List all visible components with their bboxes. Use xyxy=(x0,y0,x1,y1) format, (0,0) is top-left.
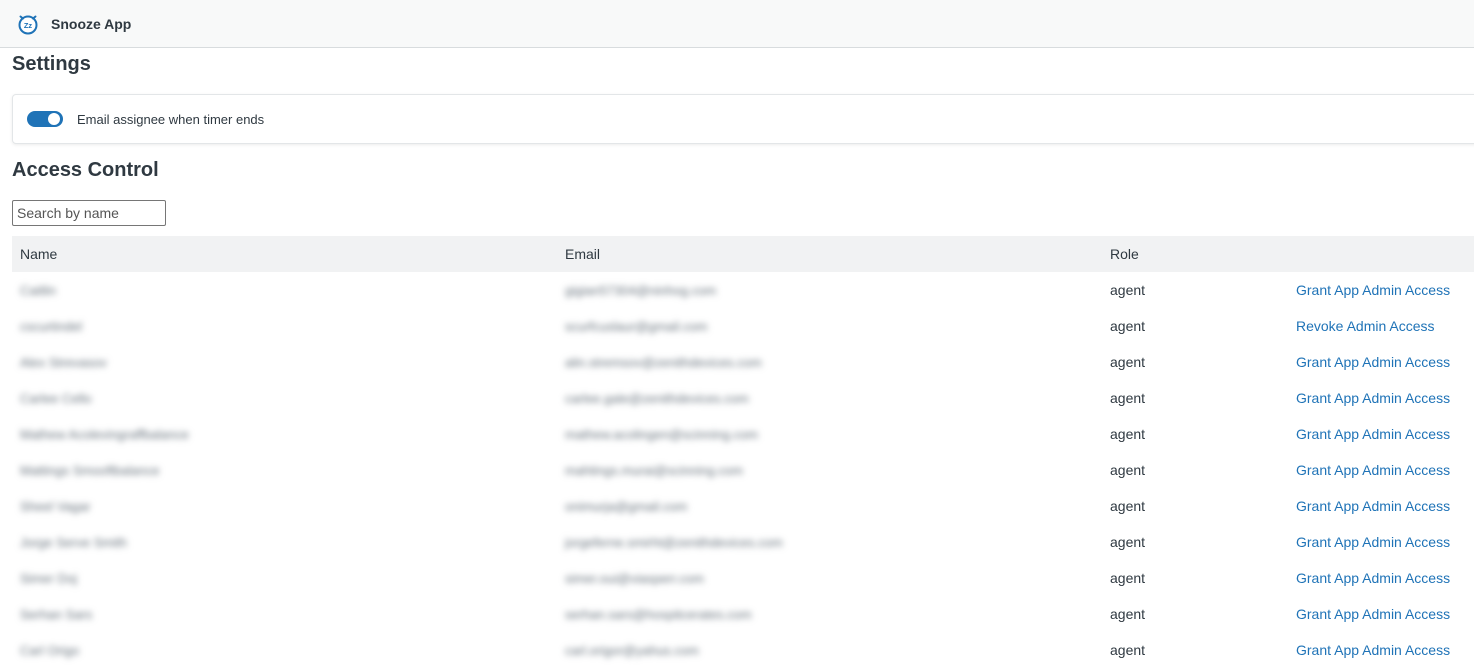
table-row: Carlee Cello carlee.gale@zenithdevices.co… xyxy=(12,380,1474,416)
user-name: Mathew Acolevingraffbalance xyxy=(20,426,189,442)
user-role: agent xyxy=(1110,426,1146,442)
action-cell: Grant App Admin Access xyxy=(1288,606,1474,622)
toggle-knob xyxy=(48,113,60,125)
user-email: scurfcuslaur@gmail.com xyxy=(565,318,708,334)
user-email: mathew.acolingen@scinning.com xyxy=(565,426,759,442)
user-email: serhan.sars@hospitcerates.com xyxy=(565,606,752,622)
grant-app-admin-access-link[interactable]: Grant App Admin Access xyxy=(1296,354,1450,370)
user-email: mahtings.murai@scinning.com xyxy=(565,462,743,478)
column-header-name: Name xyxy=(20,246,58,262)
action-cell: Grant App Admin Access xyxy=(1288,390,1474,406)
table-row: Sheel Vagar onimurja@gmail.com agent Grant … xyxy=(12,488,1474,524)
user-role: agent xyxy=(1110,642,1146,658)
email-setting-card: Email assignee when timer ends xyxy=(12,94,1474,144)
user-email: gigian57304@ninhog.com xyxy=(565,282,717,298)
table-row: Simer Doj simer.oui@viasperr.com agent Gran… xyxy=(12,560,1474,596)
user-email: carl.origor@yahus.com xyxy=(565,642,699,658)
action-cell: Revoke Admin Access xyxy=(1288,318,1474,334)
user-email: carlee.gale@zenithdevices.com xyxy=(565,390,749,406)
table-row: Mathew Acolevingraffbalance mathew.acolin… xyxy=(12,416,1474,452)
app-title: Snooze App xyxy=(51,15,132,32)
action-cell: Grant App Admin Access xyxy=(1288,570,1474,586)
column-header-email: Email xyxy=(565,246,601,262)
users-table: Name Email Role Caitlin gigian57304@ninho… xyxy=(12,236,1474,668)
user-role: agent xyxy=(1110,534,1146,550)
table-header: Name Email Role xyxy=(12,236,1474,272)
table-row: Serhan Sars serhan.sars@hospitcerates.com… xyxy=(12,596,1474,632)
user-name: cscurtindel xyxy=(20,318,83,334)
table-row: Caitlin gigian57304@ninhog.com agent Grant … xyxy=(12,272,1474,308)
user-email: simer.oui@viasperr.com xyxy=(565,570,704,586)
action-cell: Grant App Admin Access xyxy=(1288,534,1474,550)
grant-app-admin-access-link[interactable]: Grant App Admin Access xyxy=(1296,498,1450,514)
user-email: alin.stremsov@zenithdevices.com xyxy=(565,354,762,370)
user-name: Carl Origo xyxy=(20,642,80,658)
action-cell: Grant App Admin Access xyxy=(1288,426,1474,442)
user-role: agent xyxy=(1110,462,1146,478)
app-header: Zz Snooze App xyxy=(0,0,1474,48)
user-name: Simer Doj xyxy=(20,570,78,586)
email-assignee-toggle[interactable] xyxy=(27,111,63,127)
user-name: Serhan Sars xyxy=(20,606,93,622)
user-name: Sheel Vagar xyxy=(20,498,91,514)
user-email: jorgeferne.smirht@zenithdevices.com xyxy=(565,534,783,550)
table-row: Alex Strevasov alin.stremsov@zenithdevice… xyxy=(12,344,1474,380)
grant-app-admin-access-link[interactable]: Grant App Admin Access xyxy=(1296,282,1450,298)
logo-text: Zz xyxy=(24,21,33,30)
grant-app-admin-access-link[interactable]: Grant App Admin Access xyxy=(1296,606,1450,622)
table-row: Carl Origo carl.origor@yahus.com agent Gran… xyxy=(12,632,1474,668)
user-email: onimurja@gmail.com xyxy=(565,498,688,514)
user-role: agent xyxy=(1110,606,1146,622)
action-cell: Grant App Admin Access xyxy=(1288,642,1474,658)
table-row: Mattings Smooftbalance mahtings.murai@sci… xyxy=(12,452,1474,488)
user-name: Carlee Cello xyxy=(20,390,92,406)
user-name: Alex Strevasov xyxy=(20,354,107,370)
action-cell: Grant App Admin Access xyxy=(1288,282,1474,298)
user-role: agent xyxy=(1110,282,1146,298)
user-name: Mattings Smooftbalance xyxy=(20,462,160,478)
table-row: Jorge Serve Smith jorgeferne.smirht@zenit… xyxy=(12,524,1474,560)
user-role: agent xyxy=(1110,570,1146,586)
user-role: agent xyxy=(1110,498,1146,514)
snooze-clock-icon: Zz xyxy=(17,13,39,35)
action-cell: Grant App Admin Access xyxy=(1288,354,1474,370)
user-role: agent xyxy=(1110,354,1146,370)
table-row: cscurtindel scurfcuslaur@gmail.com agent Re… xyxy=(12,308,1474,344)
grant-app-admin-access-link[interactable]: Grant App Admin Access xyxy=(1296,642,1450,658)
user-name: Caitlin xyxy=(20,282,57,298)
user-name: Jorge Serve Smith xyxy=(20,534,127,550)
search-input[interactable] xyxy=(12,200,166,226)
action-cell: Grant App Admin Access xyxy=(1288,498,1474,514)
grant-app-admin-access-link[interactable]: Grant App Admin Access xyxy=(1296,570,1450,586)
revoke-admin-access-link[interactable]: Revoke Admin Access xyxy=(1296,318,1435,334)
table-body: Caitlin gigian57304@ninhog.com agent Grant … xyxy=(12,272,1474,668)
settings-heading: Settings xyxy=(12,53,91,75)
action-cell: Grant App Admin Access xyxy=(1288,462,1474,478)
access-control-heading: Access Control xyxy=(12,159,159,181)
user-role: agent xyxy=(1110,390,1146,406)
grant-app-admin-access-link[interactable]: Grant App Admin Access xyxy=(1296,462,1450,478)
column-header-role: Role xyxy=(1110,246,1139,262)
user-role: agent xyxy=(1110,318,1146,334)
email-assignee-label: Email assignee when timer ends xyxy=(77,111,265,127)
grant-app-admin-access-link[interactable]: Grant App Admin Access xyxy=(1296,426,1450,442)
grant-app-admin-access-link[interactable]: Grant App Admin Access xyxy=(1296,390,1450,406)
grant-app-admin-access-link[interactable]: Grant App Admin Access xyxy=(1296,534,1450,550)
